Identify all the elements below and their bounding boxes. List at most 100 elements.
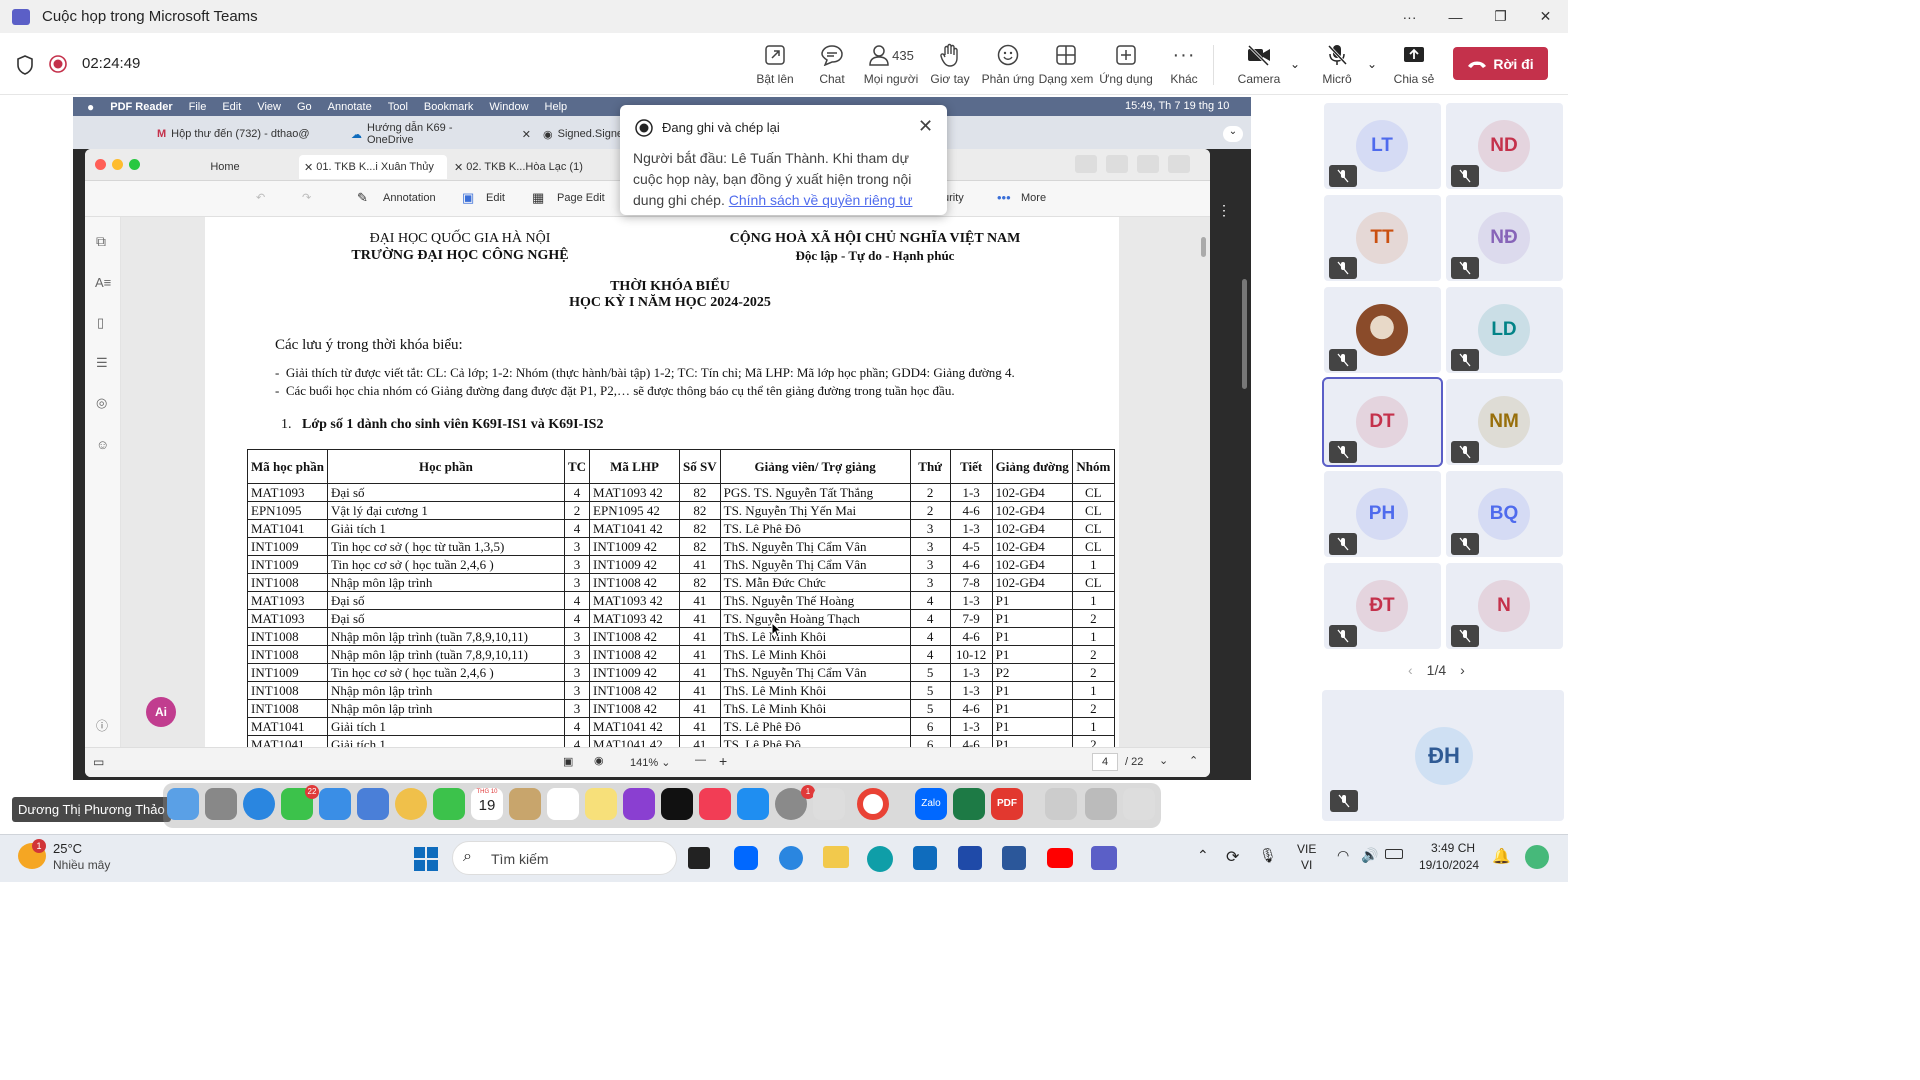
zalo-icon[interactable] [734, 846, 758, 870]
camera-button[interactable]: Camera [1227, 41, 1291, 89]
app-icon[interactable] [779, 846, 803, 870]
mic-chevron-down-icon[interactable]: ⌄ [1367, 57, 1377, 71]
maximize-button[interactable]: ❐ [1478, 0, 1523, 33]
mac-menu-file[interactable]: File [189, 101, 207, 113]
participant-tile[interactable]: BQ [1446, 471, 1563, 557]
chevron-right-icon[interactable]: › [1460, 662, 1465, 678]
participant-tile[interactable]: LT [1324, 103, 1441, 189]
mac-zoom-dot[interactable] [129, 159, 140, 170]
volume-icon[interactable]: 🔊 [1361, 847, 1378, 864]
raise-hand-button[interactable]: Giơ tay [918, 41, 982, 89]
more-tools-button[interactable]: More [1021, 192, 1046, 204]
more-button[interactable]: ··· Khác [1152, 41, 1216, 89]
mac-minimize-dot[interactable] [112, 159, 123, 170]
close-icon[interactable]: ✕ [918, 116, 933, 137]
mac-close-dot[interactable] [95, 159, 106, 170]
copilot-icon[interactable] [1525, 845, 1549, 869]
ai-bot-icon[interactable]: ☺ [96, 437, 109, 452]
mac-menu-edit[interactable]: Edit [222, 101, 241, 113]
word-icon[interactable] [1002, 846, 1026, 870]
page-number-input[interactable]: 4 [1092, 753, 1118, 771]
mic-button[interactable]: Micrô [1305, 41, 1369, 89]
tray-chevron-up-icon[interactable]: ⌃ [1197, 847, 1209, 864]
pdf-tab-active[interactable]: ✕ 01. TKB K...i Xuân Thủy [299, 155, 447, 179]
taskbar-search[interactable]: ⌕ Tìm kiếm [452, 841, 677, 875]
list-icon[interactable]: ☰ [96, 355, 108, 371]
react-button[interactable]: Phản ứng [976, 41, 1040, 89]
zoom-in-icon[interactable]: + [719, 753, 727, 769]
participant-tile[interactable]: NĐ [1446, 195, 1563, 281]
participant-tile[interactable]: DT [1322, 377, 1443, 467]
participant-tile[interactable] [1324, 287, 1441, 373]
minimize-button[interactable]: — [1433, 0, 1478, 33]
teams-taskbar-icon[interactable] [1091, 846, 1117, 870]
language-1[interactable]: VIE [1297, 842, 1316, 856]
mic-muted-tray-icon[interactable]: 🎙 [1259, 847, 1277, 864]
apps-button[interactable]: Ứng dụng [1094, 41, 1158, 89]
participant-tile[interactable]: ĐT [1324, 563, 1441, 649]
windows-start-icon[interactable] [414, 847, 438, 871]
popout-button[interactable]: Bật lên [743, 41, 807, 89]
close-tab-icon[interactable]: ✕ [304, 161, 316, 174]
text-icon[interactable]: A≡ [95, 275, 111, 290]
vertical-dots-icon[interactable]: ⋮ [1217, 202, 1237, 222]
pdf-scrollbar-thumb[interactable] [1201, 237, 1206, 257]
mac-menu-window[interactable]: Window [489, 101, 528, 113]
close-button[interactable]: ✕ [1523, 0, 1568, 33]
fit-page-icon[interactable]: ▣ [563, 755, 573, 768]
page-edit-button[interactable]: Page Edit [557, 192, 605, 204]
settings-icon[interactable]: ◎ [96, 395, 107, 411]
view-button[interactable]: Dạng xem [1034, 41, 1098, 89]
edit-button[interactable]: Edit [486, 192, 505, 204]
annotation-button[interactable]: Annotation [383, 192, 436, 204]
people-button[interactable]: 435 Mọi người [858, 41, 924, 89]
mac-menu-app[interactable]: PDF Reader [110, 101, 172, 113]
mac-menu-bookmark[interactable]: Bookmark [424, 101, 474, 113]
cloud-icon[interactable] [1106, 155, 1128, 173]
browser-tab-mail[interactable]: M Hộp thư đến (732) - dthao@ [157, 122, 347, 146]
participant-tile[interactable]: PH [1324, 471, 1441, 557]
tab-chevron-down-icon[interactable]: ⌄ [1223, 126, 1243, 142]
ai-assistant-icon[interactable]: Ai [146, 697, 176, 727]
leave-button[interactable]: Rời đi [1453, 47, 1548, 80]
sidebar-toggle-icon[interactable]: ▭ [93, 755, 104, 769]
next-page-icon[interactable]: ⌄ [1159, 754, 1168, 767]
camera-chevron-down-icon[interactable]: ⌄ [1290, 57, 1300, 71]
thumbnails-icon[interactable]: ⧉ [96, 233, 106, 250]
zoom-out-icon[interactable]: — [695, 754, 706, 766]
zoom-select[interactable]: 141% ⌄ [630, 756, 670, 769]
store-icon[interactable] [913, 846, 937, 870]
pdf-tab-home[interactable]: Home [151, 155, 299, 179]
file-explorer-icon[interactable] [823, 846, 849, 868]
mac-menu-help[interactable]: Help [545, 101, 568, 113]
participant-tile[interactable]: NM [1446, 379, 1563, 465]
participant-tile[interactable]: ND [1446, 103, 1563, 189]
chat-button[interactable]: Chat [800, 41, 864, 89]
apple-icon[interactable]: ● [87, 100, 94, 114]
share-button[interactable]: Chia sẻ [1382, 41, 1446, 89]
browser-tab-onedrive[interactable]: ☁ Hướng dẫn K69 - OneDrive ✕ [351, 122, 531, 146]
bookmark-icon[interactable]: ▯ [97, 315, 104, 331]
more-options-icon[interactable]: ··· [1387, 0, 1432, 33]
lock-icon[interactable] [1075, 155, 1097, 173]
whiteboard-icon[interactable] [958, 846, 982, 870]
window-scrollbar-thumb[interactable] [1242, 279, 1247, 389]
privacy-link[interactable]: Chính sách về quyền riêng tư [729, 192, 913, 208]
mac-menu-view[interactable]: View [257, 101, 281, 113]
clock-time[interactable]: 3:49 CH [1431, 841, 1475, 855]
undo-icon[interactable]: ↶ [256, 191, 265, 204]
mac-menu-annotate[interactable]: Annotate [328, 101, 372, 113]
mac-menu-go[interactable]: Go [297, 101, 312, 113]
search-icon[interactable] [1168, 155, 1190, 173]
language-2[interactable]: VI [1301, 858, 1312, 872]
battery-icon[interactable] [1385, 849, 1403, 859]
wifi-icon[interactable]: ◠ [1337, 847, 1349, 864]
youtube-icon[interactable] [1047, 848, 1073, 868]
task-view-icon[interactable] [688, 847, 710, 869]
edge-icon[interactable] [867, 846, 893, 872]
notification-bell-icon[interactable]: 🔔 [1492, 847, 1511, 865]
mac-menu-tool[interactable]: Tool [388, 101, 408, 113]
clock-date[interactable]: 19/10/2024 [1419, 858, 1479, 872]
help-icon[interactable]: ⓘ [96, 717, 108, 734]
close-tab-icon[interactable]: ✕ [522, 128, 531, 141]
